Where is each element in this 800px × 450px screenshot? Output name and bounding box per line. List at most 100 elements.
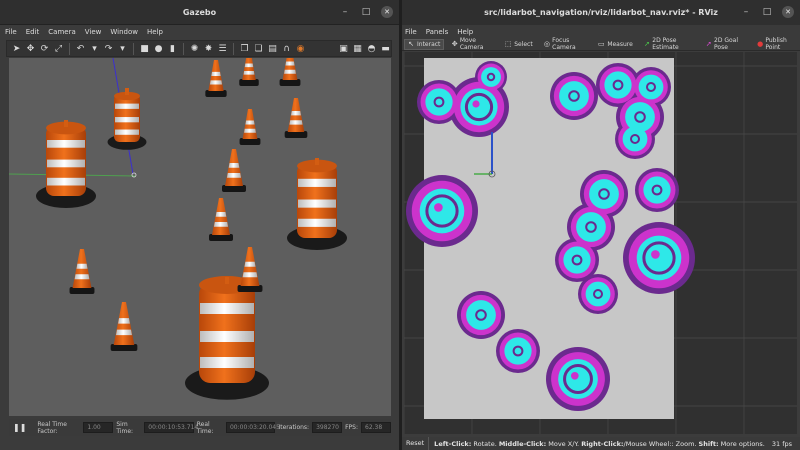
hint-middle-click-key: Middle-Click:: [498, 439, 547, 448]
select-mode-icon[interactable]: ➤: [11, 43, 22, 54]
menu-file[interactable]: File: [405, 25, 422, 38]
pause-icon[interactable]: ❚❚: [13, 423, 26, 432]
barrel-stripe: [115, 129, 139, 135]
tool-move-camera[interactable]: ✥ Move Camera: [448, 37, 497, 51]
hint-right-click-text: /Mouse Wheel:: Zoom.: [623, 439, 699, 448]
real-time-value: 00:00:03:20.045: [225, 422, 280, 433]
box-shape-icon[interactable]: ■: [139, 43, 150, 54]
barrel-stripe: [200, 331, 254, 342]
rviz-3d-view[interactable]: [404, 52, 797, 434]
costmap-view: [404, 52, 797, 434]
real-time-label: Real Time:: [196, 420, 214, 435]
cursor-icon: ↖: [408, 40, 414, 48]
copy-icon[interactable]: ❐: [239, 43, 250, 54]
gazebo-3d-viewport[interactable]: [9, 58, 391, 416]
undo-icon[interactable]: ↶: [75, 43, 86, 54]
hint-right-click-key: Right-Click:: [581, 439, 624, 448]
close-icon[interactable]: ✕: [381, 6, 393, 18]
redo-icon[interactable]: ↷: [103, 43, 114, 54]
tool-2d-pose-estimate[interactable]: ➚ 2D Pose Estimate: [641, 37, 699, 51]
hint-shift-text: More options.: [718, 439, 765, 448]
cone-stripe: [291, 110, 301, 116]
reset-button[interactable]: Reset: [402, 437, 430, 450]
cone-stripe: [76, 263, 88, 269]
video-icon[interactable]: ▬: [380, 43, 391, 54]
barrel-stripe: [200, 303, 254, 314]
minimize-icon[interactable]: –: [339, 6, 351, 18]
tool-focus-camera[interactable]: ◎ Focus Camera: [541, 37, 591, 51]
costmap-inflation: [425, 88, 453, 116]
menu-help[interactable]: Help: [147, 25, 168, 39]
snap-icon[interactable]: ∩: [281, 43, 292, 54]
fps-label: FPS:: [345, 424, 358, 431]
cone-base: [284, 131, 308, 138]
cone-stripe: [209, 80, 223, 85]
hint-left-click-text: Rotate.: [471, 439, 499, 448]
move-camera-icon: ✥: [451, 40, 458, 48]
barrel-stripe: [47, 159, 85, 168]
cone-stripe: [74, 274, 90, 280]
sphere-shape-icon[interactable]: ●: [153, 43, 164, 54]
menu-camera[interactable]: Camera: [48, 25, 80, 39]
record-icon[interactable]: ◓: [366, 43, 377, 54]
menu-window[interactable]: Window: [110, 25, 143, 39]
spot-light-icon[interactable]: ☰: [217, 43, 228, 54]
gazebo-toolbar: ➤ ✥ ⟳ ⤢ ↶ ▾ ↷ ▾ ■ ● ▮ ✺ ✸ ☰ ❐ ❏ ▤ ∩ ◉ ▣ …: [6, 40, 392, 57]
tool-2d-goal-pose[interactable]: ➚ 2D Goal Pose: [703, 37, 750, 51]
align-icon[interactable]: ▤: [267, 43, 278, 54]
cone-stripe: [243, 71, 255, 75]
tool-interact[interactable]: ↖ Interact: [404, 38, 445, 50]
tool-measure[interactable]: ▭ Measure: [594, 39, 637, 50]
cone-base: [110, 344, 138, 351]
barrel-stripe: [115, 103, 139, 109]
costmap-inflation: [504, 337, 532, 365]
maximize-icon[interactable]: □: [761, 6, 773, 18]
rviz-status-bar: Reset Left-Click: Rotate. Middle-Click: …: [402, 437, 800, 450]
tool-select[interactable]: ⬚ Select: [501, 39, 537, 50]
costmap-inflation: [604, 71, 632, 99]
hint-shift-key: Shift:: [698, 439, 719, 448]
cone-base: [237, 285, 263, 292]
tool-publish-point[interactable]: ● Publish Point: [754, 37, 800, 51]
menu-edit[interactable]: Edit: [26, 25, 45, 39]
costmap-inflation: [589, 179, 619, 209]
tool-label: Focus Camera: [552, 37, 576, 51]
gazebo-status-bar: ❚❚ Real Time Factor: 1.00 Sim Time: 00:0…: [9, 419, 391, 436]
paste-icon[interactable]: ❏: [253, 43, 264, 54]
select-icon: ⬚: [504, 40, 512, 48]
log-icon[interactable]: ▦: [352, 43, 363, 54]
menu-panels[interactable]: Panels: [426, 25, 454, 38]
cone-stripe: [245, 120, 255, 125]
screenshot-icon[interactable]: ▣: [338, 43, 349, 54]
costmap-inflation: [643, 176, 671, 204]
barrel-stripe: [298, 199, 336, 208]
dropdown-icon[interactable]: ▾: [117, 43, 128, 54]
cone-base: [209, 234, 233, 241]
barrel-stripe: [200, 357, 254, 368]
barrel-stripe: [115, 117, 139, 123]
focus-camera-icon: ◎: [543, 40, 550, 48]
costmap-inflation: [638, 74, 664, 100]
menu-view[interactable]: View: [85, 25, 107, 39]
menu-file[interactable]: File: [5, 25, 22, 39]
cylinder-shape-icon[interactable]: ▮: [167, 43, 178, 54]
mouse-hint: Left-Click: Rotate. Middle-Click: Move X…: [434, 440, 765, 448]
translate-mode-icon[interactable]: ✥: [25, 43, 36, 54]
minimize-icon[interactable]: –: [740, 6, 752, 18]
cone-stripe: [285, 61, 295, 66]
sun-light-icon[interactable]: ✺: [189, 43, 200, 54]
select-color-icon[interactable]: ◉: [295, 43, 306, 54]
gazebo-titlebar: Gazebo – □ ✕: [0, 0, 399, 25]
tool-label: Publish Point: [765, 37, 787, 51]
rviz-tool-bar: ↖ Interact ✥ Move Camera ⬚ Select ◎ Focus Ca…: [402, 37, 800, 51]
maximize-icon[interactable]: □: [360, 6, 372, 18]
tool-label: Move Camera: [459, 37, 484, 51]
scale-mode-icon[interactable]: ⤢: [53, 43, 64, 54]
rviz-fps: 31 fps: [771, 440, 792, 448]
dropdown-icon[interactable]: ▾: [89, 43, 100, 54]
point-light-icon[interactable]: ✸: [203, 43, 214, 54]
cone-stripe: [213, 222, 229, 227]
close-icon[interactable]: ✕: [782, 6, 794, 18]
rotate-mode-icon[interactable]: ⟳: [39, 43, 50, 54]
cone-base: [239, 138, 261, 145]
